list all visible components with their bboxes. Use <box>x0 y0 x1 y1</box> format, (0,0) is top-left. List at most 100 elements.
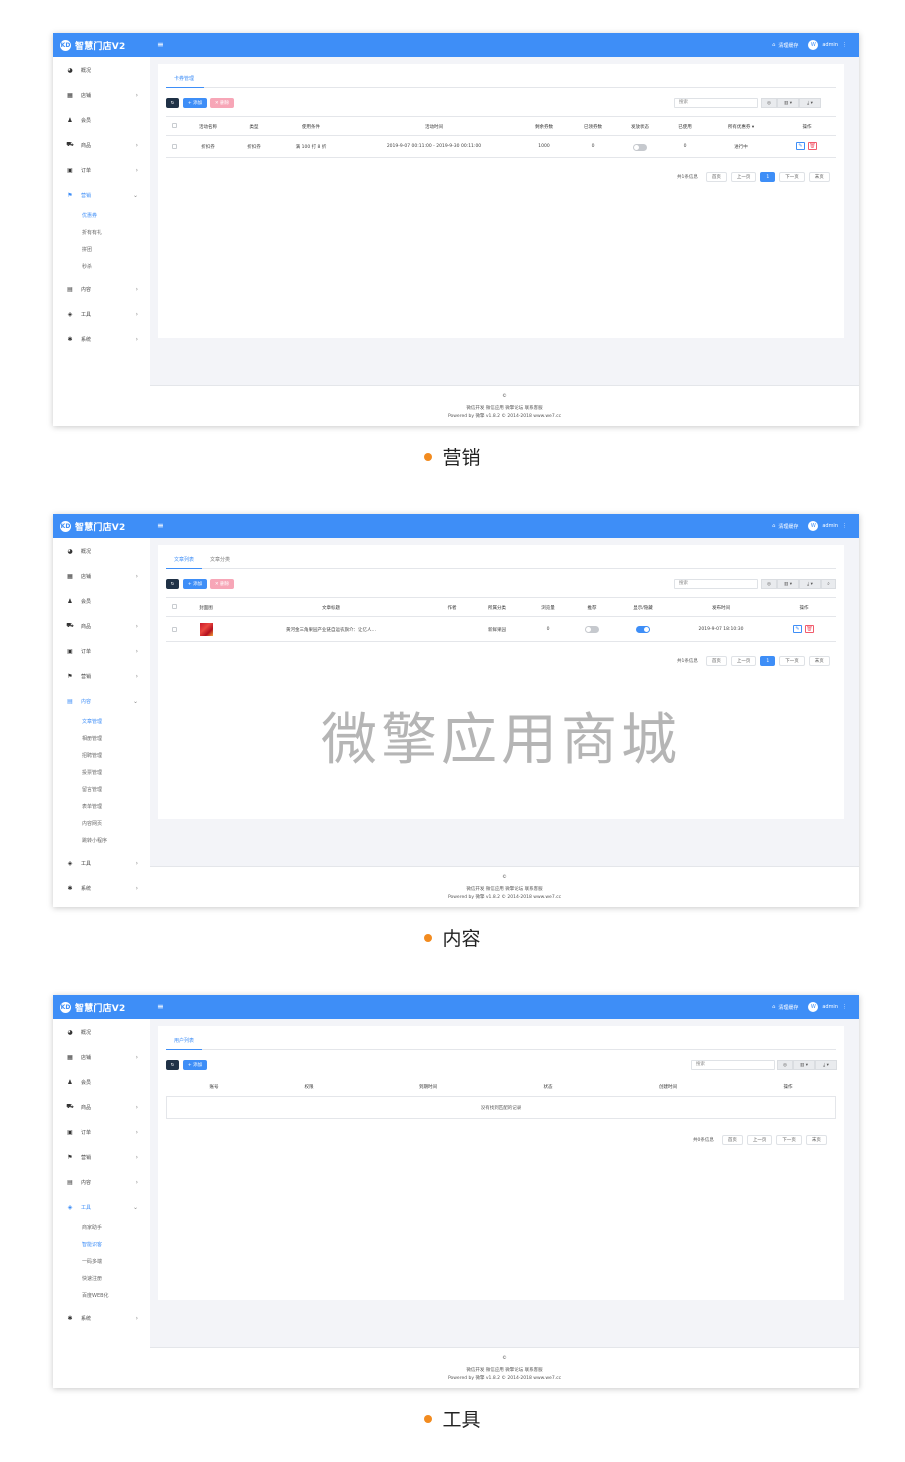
menu-toggle-icon[interactable]: ≡ <box>157 1002 164 1011</box>
sidebar-sub-form[interactable]: 表单管理 <box>82 803 102 810</box>
row-checkbox[interactable] <box>172 144 177 149</box>
tab-user-list[interactable]: 用户列表 <box>174 1037 194 1044</box>
sidebar-item-tools[interactable]: ◈ 工具 › <box>53 307 150 321</box>
sidebar-item-goods[interactable]: ⛟ 商品 › <box>53 619 150 633</box>
columns-icon[interactable]: ▥ ▾ <box>777 579 799 589</box>
sidebar-sub-miniprogram[interactable]: 跳转小程序 <box>82 837 107 844</box>
export-icon[interactable]: ⤓ ▾ <box>799 98 821 108</box>
sidebar-item-marketing[interactable]: ⚑ 营销 › <box>53 1150 150 1164</box>
select-all-checkbox[interactable] <box>172 604 177 609</box>
edit-icon[interactable]: ✎ <box>793 625 802 633</box>
add-button[interactable]: + 添加 <box>183 98 207 108</box>
page-next[interactable]: 下一页 <box>779 172 805 182</box>
user-menu[interactable]: Wadmin ⋮ <box>808 1002 847 1012</box>
sidebar-sub-group[interactable]: 拼团 <box>82 246 92 253</box>
trash-icon[interactable]: 🗑 <box>808 142 817 150</box>
sidebar-item-overview[interactable]: ◕ 概况 <box>53 1025 150 1039</box>
sidebar-sub-article[interactable]: 文章管理 <box>82 718 102 725</box>
clear-cache-button[interactable]: ⌂ 清理缓存 <box>772 42 798 49</box>
sidebar-sub-assistant[interactable]: 商家助手 <box>82 1224 102 1231</box>
sidebar-item-system[interactable]: ✱ 系统 › <box>53 1311 150 1325</box>
sidebar-item-tools[interactable]: ◈ 工具 › <box>53 856 150 870</box>
sidebar-sub-webpage[interactable]: 内容网页 <box>82 820 102 827</box>
refresh-button[interactable]: ↻ <box>166 98 179 108</box>
page-last[interactable]: 末页 <box>808 656 830 666</box>
page-first[interactable]: 首页 <box>705 172 727 182</box>
add-button[interactable]: + 添加 <box>183 1060 207 1070</box>
tab-coupon-manage[interactable]: 卡券管理 <box>174 75 194 82</box>
eye-icon[interactable]: ◎ <box>761 579 777 589</box>
page-current[interactable]: 1 <box>760 656 776 666</box>
sidebar-item-goods[interactable]: ⛟ 商品 › <box>53 1100 150 1114</box>
visibility-toggle[interactable] <box>636 626 650 633</box>
clear-cache-button[interactable]: ⌂ 清理缓存 <box>772 523 798 530</box>
sidebar-sub-baidu-web[interactable]: 百度WEB化 <box>82 1292 109 1299</box>
brand[interactable]: KD 智慧门店V2 <box>60 514 125 538</box>
user-menu[interactable]: Wadmin ⋮ <box>808 40 847 50</box>
page-next[interactable]: 下一页 <box>776 1135 802 1145</box>
select-all-checkbox[interactable] <box>172 123 177 128</box>
search-input[interactable]: 搜索 <box>691 1060 775 1070</box>
sidebar-sub-album[interactable]: 相册管理 <box>82 735 102 742</box>
user-menu[interactable]: Wadmin ⋮ <box>808 521 847 531</box>
search-input[interactable]: 搜索 <box>674 579 758 589</box>
search-input[interactable]: 搜索 <box>674 98 758 108</box>
sidebar-item-member[interactable]: ♟ 会员 <box>53 113 150 127</box>
add-button[interactable]: + 添加 <box>183 579 207 589</box>
sidebar-item-content[interactable]: ▤ 内容 › <box>53 1175 150 1189</box>
sidebar-sub-seckill[interactable]: 秒杀 <box>82 263 92 270</box>
delete-button[interactable]: ✕ 删除 <box>210 579 234 589</box>
export-icon[interactable]: ⤓ ▾ <box>815 1060 837 1070</box>
sidebar-item-system[interactable]: ✱ 系统 › <box>53 332 150 346</box>
sidebar-item-shop[interactable]: ▦ 店铺 › <box>53 569 150 583</box>
eye-icon[interactable]: ◎ <box>777 1060 793 1070</box>
page-prev[interactable]: 上一页 <box>746 1135 773 1145</box>
sidebar-item-order[interactable]: ▣ 订单 › <box>53 1125 150 1139</box>
page-next[interactable]: 下一页 <box>779 656 805 666</box>
page-last[interactable]: 末页 <box>808 172 830 182</box>
sidebar-sub-smart-customer[interactable]: 智能识客 <box>82 1241 102 1248</box>
columns-icon[interactable]: ▥ ▾ <box>777 98 799 108</box>
sidebar-item-shop[interactable]: ▦ 店铺 › <box>53 88 150 102</box>
delete-button[interactable]: ✕ 删除 <box>210 98 234 108</box>
sidebar-sub-gift[interactable]: 折有有礼 <box>82 229 102 236</box>
tab-article-category[interactable]: 文章分类 <box>210 556 230 563</box>
page-last[interactable]: 末页 <box>805 1135 827 1145</box>
sidebar-item-order[interactable]: ▣ 订单 › <box>53 163 150 177</box>
clear-cache-button[interactable]: ⌂ 清理缓存 <box>772 1004 798 1011</box>
status-toggle[interactable] <box>633 144 647 151</box>
page-prev[interactable]: 上一页 <box>730 172 757 182</box>
search-icon[interactable]: ⌕ <box>821 579 836 589</box>
page-first[interactable]: 首页 <box>721 1135 743 1145</box>
export-icon[interactable]: ⤓ ▾ <box>799 579 821 589</box>
recommend-toggle[interactable] <box>585 626 599 633</box>
menu-toggle-icon[interactable]: ≡ <box>157 521 164 530</box>
sidebar-sub-message[interactable]: 留言管理 <box>82 786 102 793</box>
sidebar-item-goods[interactable]: ⛟ 商品 › <box>53 138 150 152</box>
sidebar-sub-vote[interactable]: 投票管理 <box>82 769 102 776</box>
page-current[interactable]: 1 <box>760 172 776 182</box>
col-filter[interactable]: 所有优惠券 ▾ <box>728 124 754 130</box>
refresh-button[interactable]: ↻ <box>166 1060 179 1070</box>
brand[interactable]: KD 智慧门店V2 <box>60 995 125 1019</box>
row-checkbox[interactable] <box>172 627 177 632</box>
trash-icon[interactable]: 🗑 <box>805 625 814 633</box>
sidebar-item-marketing[interactable]: ⚑ 营销 › <box>53 669 150 683</box>
tab-article-list[interactable]: 文章列表 <box>174 556 194 563</box>
sidebar-item-order[interactable]: ▣ 订单 › <box>53 644 150 658</box>
sidebar-item-overview[interactable]: ◕ 概况 <box>53 63 150 77</box>
sidebar-item-content[interactable]: ▤ 内容 ⌄ <box>53 694 150 708</box>
columns-icon[interactable]: ▥ ▾ <box>793 1060 815 1070</box>
page-first[interactable]: 首页 <box>705 656 727 666</box>
sidebar-sub-quick-register[interactable]: 快速注册 <box>82 1275 102 1282</box>
edit-icon[interactable]: ✎ <box>796 142 805 150</box>
sidebar-sub-multi-code[interactable]: 一码多端 <box>82 1258 102 1265</box>
sidebar-item-tools[interactable]: ◈ 工具 ⌄ <box>53 1200 150 1214</box>
sidebar-sub-coupon[interactable]: 优惠券 <box>82 212 97 219</box>
menu-toggle-icon[interactable]: ≡ <box>157 40 164 49</box>
sidebar-item-overview[interactable]: ◕ 概况 <box>53 544 150 558</box>
sidebar-item-marketing[interactable]: ⚑ 营销 ⌄ <box>53 188 150 202</box>
brand[interactable]: KD 智慧门店V2 <box>60 33 125 57</box>
refresh-button[interactable]: ↻ <box>166 579 179 589</box>
sidebar-sub-recruit[interactable]: 招聘管理 <box>82 752 102 759</box>
